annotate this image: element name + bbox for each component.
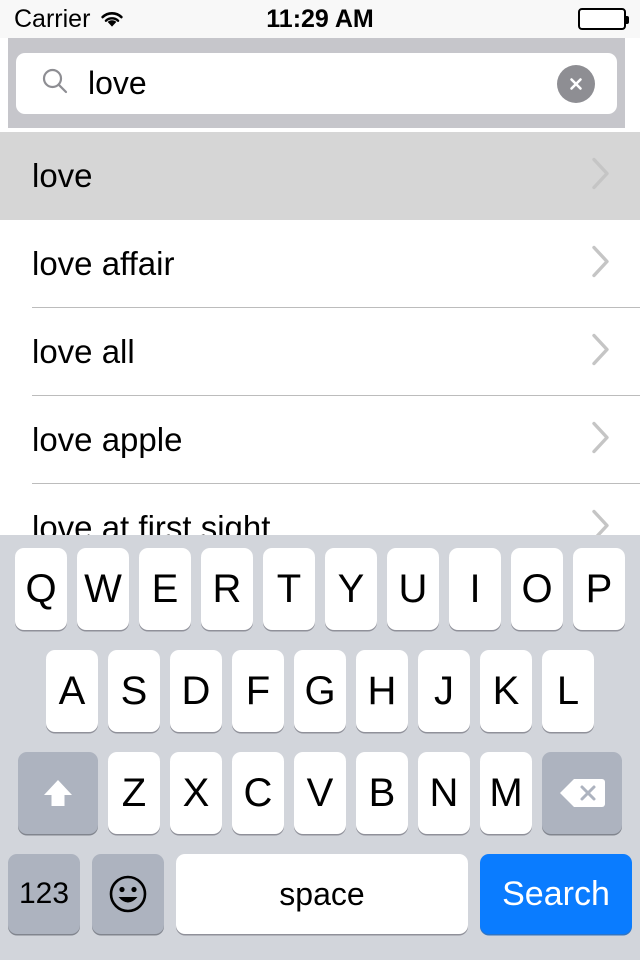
key-h[interactable]: H — [356, 650, 408, 732]
key-n[interactable]: N — [418, 752, 470, 834]
wifi-icon — [99, 9, 125, 29]
key-z[interactable]: Z — [108, 752, 160, 834]
search-submit-key[interactable]: Search — [480, 854, 632, 934]
key-t[interactable]: T — [263, 548, 315, 630]
search-input[interactable]: love — [16, 53, 617, 114]
keyboard-row-3: Z X C V B N M — [0, 752, 640, 834]
numeric-mode-button[interactable]: 123 — [8, 854, 80, 934]
list-item[interactable]: love — [0, 132, 640, 220]
key-l[interactable]: L — [542, 650, 594, 732]
key-c[interactable]: C — [232, 752, 284, 834]
keyboard-row-1: Q W E R T Y U I O P — [0, 548, 640, 630]
suggestion-label: love affair — [32, 245, 175, 282]
key-s[interactable]: S — [108, 650, 160, 732]
search-bar-container: love — [0, 38, 640, 132]
suggestion-label: love at first sight — [32, 509, 271, 535]
key-g[interactable]: G — [294, 650, 346, 732]
key-j[interactable]: J — [418, 650, 470, 732]
key-e[interactable]: E — [139, 548, 191, 630]
space-key[interactable]: space — [176, 854, 468, 934]
clear-circle-icon[interactable] — [557, 64, 595, 103]
key-o[interactable]: O — [511, 548, 563, 630]
chevron-right-icon — [590, 508, 612, 535]
key-i[interactable]: I — [449, 548, 501, 630]
status-bar-left: Carrier — [14, 5, 125, 34]
key-w[interactable]: W — [77, 548, 129, 630]
shift-arrow-icon[interactable] — [18, 752, 98, 834]
search-input-value: love — [88, 65, 147, 101]
key-p[interactable]: P — [573, 548, 625, 630]
backspace-delete-icon[interactable] — [542, 752, 622, 834]
key-f[interactable]: F — [232, 650, 284, 732]
chevron-right-icon — [590, 420, 612, 461]
list-item[interactable]: love apple — [0, 396, 640, 484]
status-bar: Carrier 11:29 AM — [0, 0, 640, 38]
key-b[interactable]: B — [356, 752, 408, 834]
list-item[interactable]: love all — [0, 308, 640, 396]
key-u[interactable]: U — [387, 548, 439, 630]
suggestion-label: love all — [32, 333, 135, 370]
keyboard-row-2: A S D F G H J K L — [0, 650, 640, 732]
on-screen-keyboard[interactable]: Q W E R T Y U I O P A S D F G H J K L Z … — [0, 535, 640, 960]
battery-full-icon — [578, 8, 629, 30]
chevron-right-icon — [590, 244, 612, 285]
emoji-smiley-icon[interactable] — [92, 854, 164, 934]
key-x[interactable]: X — [170, 752, 222, 834]
carrier-label: Carrier — [14, 4, 91, 33]
list-item[interactable]: love affair — [0, 220, 640, 308]
suggestion-label: love — [32, 157, 93, 194]
status-bar-right — [578, 8, 629, 30]
key-r[interactable]: R — [201, 548, 253, 630]
chevron-right-icon — [590, 332, 612, 373]
key-v[interactable]: V — [294, 752, 346, 834]
key-a[interactable]: A — [46, 650, 98, 732]
suggestion-label: love apple — [32, 421, 183, 458]
list-item[interactable]: love at first sight — [0, 484, 640, 535]
search-suggestions-list[interactable]: love love affair love all love apple lov… — [0, 132, 640, 535]
key-d[interactable]: D — [170, 650, 222, 732]
key-k[interactable]: K — [480, 650, 532, 732]
chevron-right-icon — [590, 156, 612, 197]
search-icon — [30, 66, 70, 101]
key-m[interactable]: M — [480, 752, 532, 834]
key-q[interactable]: Q — [15, 548, 67, 630]
key-y[interactable]: Y — [325, 548, 377, 630]
phone-screen: Carrier 11:29 AM love love love affair l… — [0, 0, 640, 960]
keyboard-row-4: 123 space Search — [0, 854, 640, 934]
